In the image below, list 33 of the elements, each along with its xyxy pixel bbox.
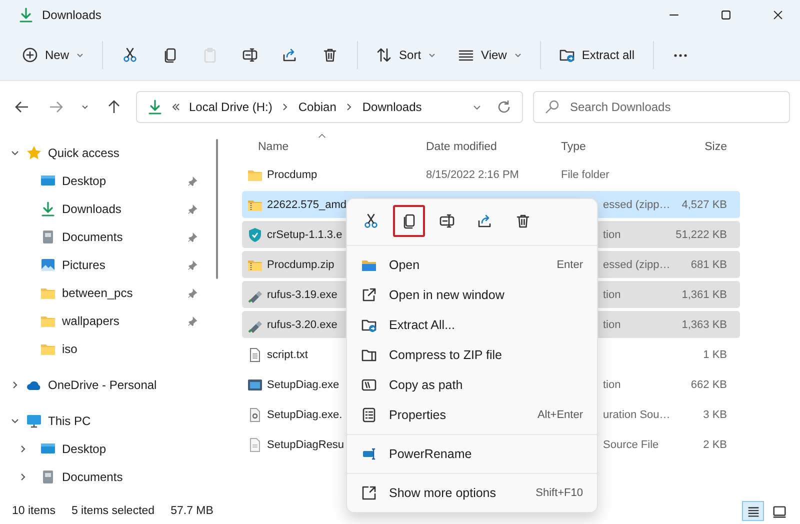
file-name: 22622.575_amd [267,198,347,210]
size-cell-text: 3 KB [702,408,728,420]
size-cell-text: 2 KB [702,438,728,450]
window-title: Downloads [42,8,102,22]
date-cell-text: 8/15/2022 2:16 PM [425,168,520,180]
size-cell-text: 1,361 KB [680,288,728,300]
item-count: 10 items [12,505,56,517]
file-name: script.txt [267,348,308,360]
file-name: SetupDiag.exe. [267,408,342,420]
size-cell-text: 4,527 KB [680,198,728,210]
type-cell: uration Sou… [603,408,670,420]
file-name: SetupDiag.exe [267,378,340,390]
type-cell: essed (zipp… [603,258,670,270]
size-cell-text: 681 KB [690,258,728,270]
file-name: crSetup-1.1.3.e [267,228,342,240]
type-cell: essed (zipp… [603,198,670,210]
file-name: Procdump.zip [267,258,334,270]
type-cell: tion [603,288,621,300]
size-cell-text: 1,363 KB [680,318,728,330]
type-cell: File folder [561,168,610,180]
file-name: rufus-3.19.exe [267,288,338,300]
file-name: SetupDiagResu [267,438,344,450]
size-cell-text: 1 KB [702,348,728,360]
type-cell: tion [603,378,621,390]
selection-count: 5 items selected [71,505,155,517]
file-name: rufus-3.20.exe [267,318,338,330]
type-cell: tion [603,228,621,240]
size-cell-text: 662 KB [690,378,728,390]
size-cell-text: 51,222 KB [674,228,728,240]
selection-size: 57.7 MB [170,505,214,517]
file-name: Procdump [267,168,318,180]
type-cell: Source File [603,438,659,450]
type-cell: tion [603,318,621,330]
